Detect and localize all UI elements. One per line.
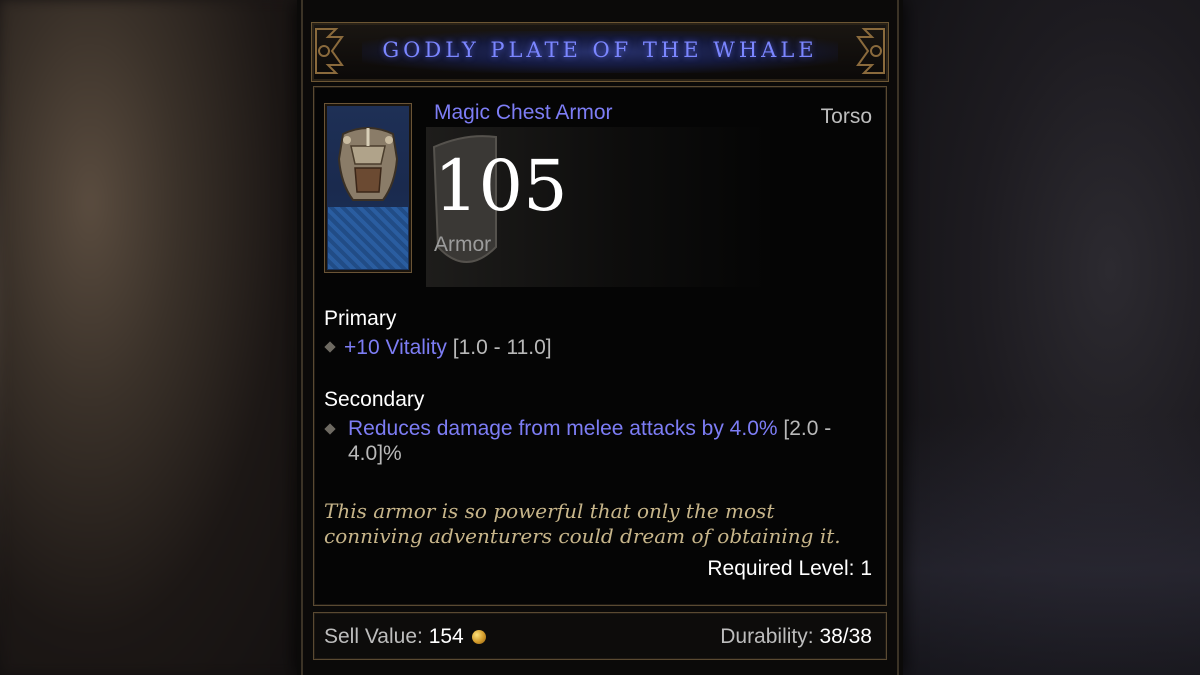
chest-armor-icon (324, 103, 412, 273)
required-level: Required Level: 1 (707, 557, 872, 580)
armor-value: 105 (434, 145, 568, 227)
item-footer: Sell Value: 154 Durability: 38/38 (313, 612, 887, 660)
primary-affix: +10 Vitality [1.0 - 11.0] (324, 335, 866, 360)
durability-label: Durability: (720, 625, 814, 648)
secondary-title: Secondary (324, 388, 425, 411)
item-type: Magic Chest Armor (434, 101, 613, 124)
item-details: Magic Chest Armor Torso 105 Armor Primar… (313, 86, 887, 606)
sell-value-row: Sell Value: 154 (324, 625, 486, 649)
durability-row: Durability: 38/38 (720, 625, 872, 649)
affix-text: Reduces damage from melee attacks by 4.0… (348, 417, 778, 440)
affix-range: [1.0 - 11.0] (452, 336, 552, 359)
armor-plate-icon (337, 127, 399, 201)
item-tooltip: GODLY PLATE OF THE WHALE Magic Chest Arm… (297, 0, 903, 675)
background-blur-right-bottom (900, 415, 1200, 675)
gold-coin-icon (471, 630, 486, 644)
primary-title: Primary (324, 307, 397, 330)
armor-label: Armor (434, 233, 492, 256)
bullet-icon (324, 341, 336, 353)
background-blur-left (0, 0, 300, 675)
item-title-bar: GODLY PLATE OF THE WHALE (311, 22, 889, 82)
flavor-text: This armor is so powerful that only the … (324, 499, 841, 548)
bullet-icon (324, 423, 336, 435)
item-slot: Torso (820, 105, 872, 128)
sell-label: Sell Value: (324, 625, 423, 648)
affix-text: +10 Vitality (344, 336, 447, 359)
sell-value: 154 (428, 625, 464, 648)
durability-value: 38/38 (819, 625, 872, 648)
item-name: GODLY PLATE OF THE WHALE (382, 38, 818, 62)
